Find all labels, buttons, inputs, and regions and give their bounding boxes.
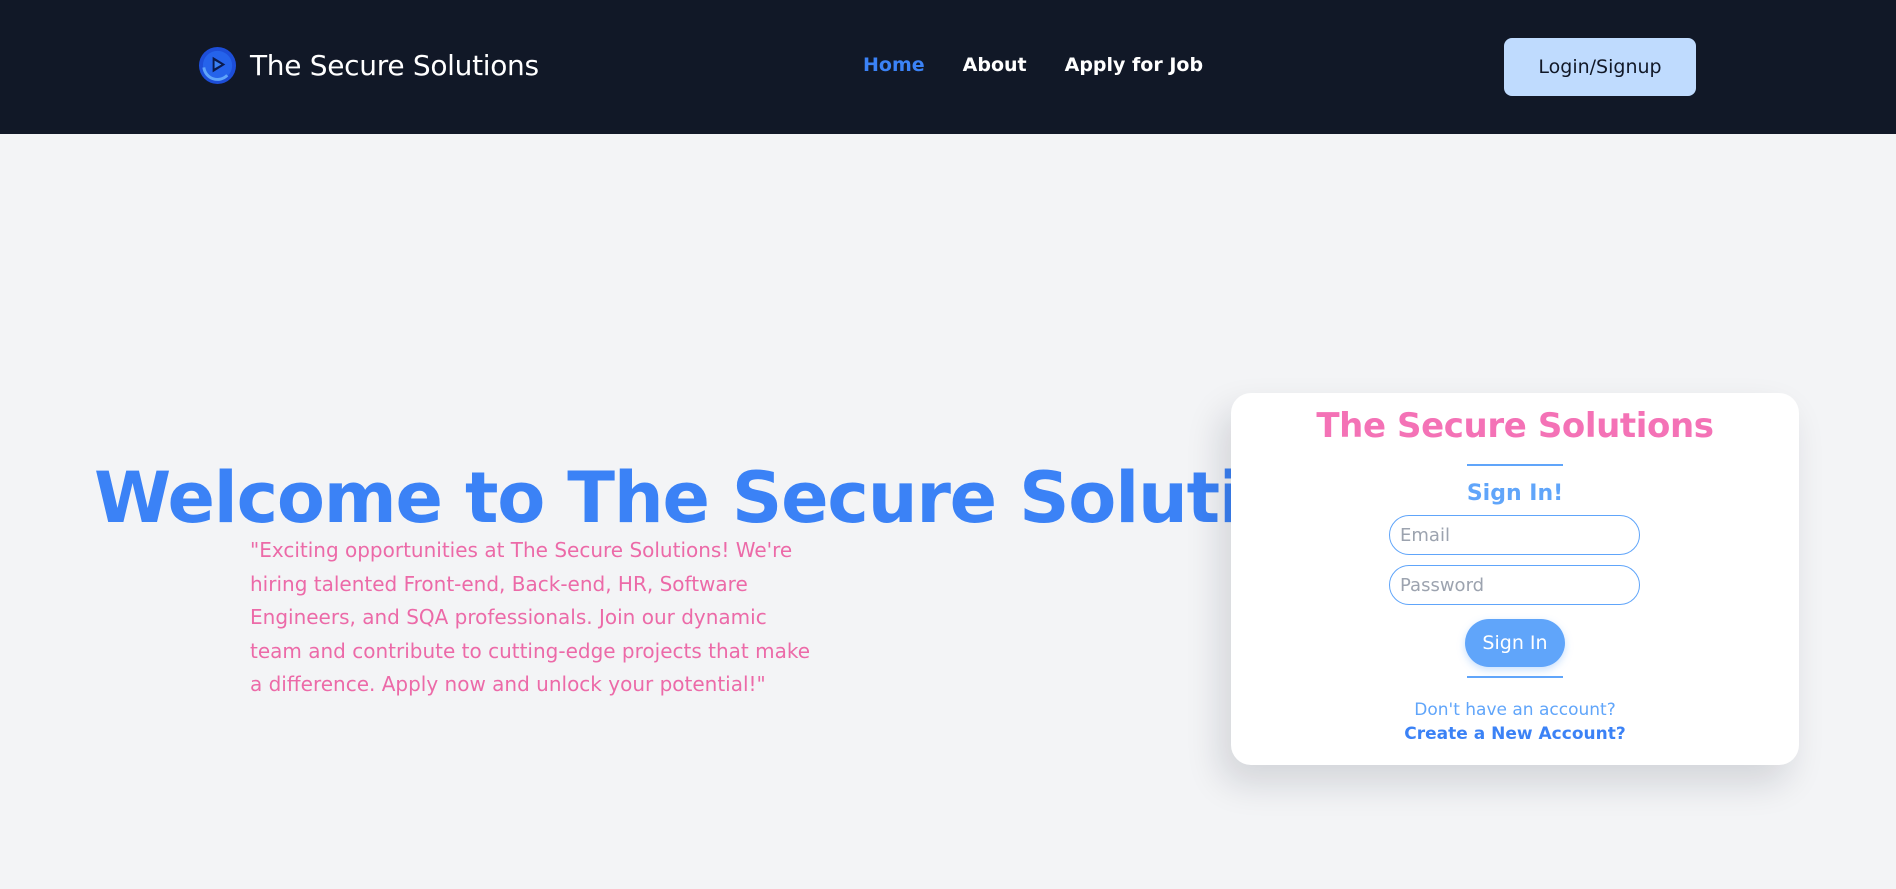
sign-in-button[interactable]: Sign In: [1465, 619, 1565, 667]
brand[interactable]: The Secure Solutions: [198, 46, 539, 85]
no-account-text: Don't have an account?: [1414, 700, 1616, 720]
play-logo-icon: [198, 46, 237, 85]
signin-card: The Secure Solutions Sign In! Sign In Do…: [1231, 393, 1799, 765]
top-navbar: The Secure Solutions Home About Apply fo…: [0, 0, 1896, 134]
signin-heading: Sign In!: [1466, 481, 1564, 506]
nav-about[interactable]: About: [963, 54, 1027, 76]
signin-card-title: The Secure Solutions: [1316, 406, 1714, 446]
hero-title: Welcome to The Secure Solutions: [94, 457, 1379, 539]
login-signup-button[interactable]: Login/Signup: [1504, 38, 1696, 96]
email-field[interactable]: [1389, 515, 1640, 555]
nav-apply-for-job[interactable]: Apply for Job: [1065, 54, 1203, 76]
brand-name: The Secure Solutions: [250, 49, 539, 82]
divider: [1467, 676, 1563, 678]
create-account-link[interactable]: Create a New Account?: [1404, 724, 1625, 744]
hero-description: "Exciting opportunities at The Secure So…: [250, 538, 810, 697]
divider: [1467, 464, 1563, 466]
nav-home[interactable]: Home: [863, 54, 925, 76]
password-field[interactable]: [1389, 565, 1640, 605]
create-account-link-row: Create a New Account?: [1231, 724, 1799, 744]
main-nav: Home About Apply for Job: [863, 54, 1203, 76]
